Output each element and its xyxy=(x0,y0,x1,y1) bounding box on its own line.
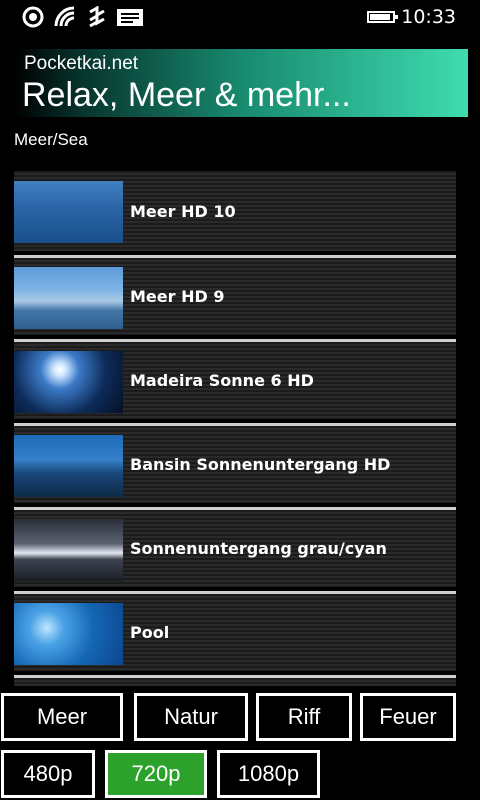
list-item[interactable]: Pool xyxy=(14,591,456,671)
video-title: Sonnenuntergang grau/cyan xyxy=(130,539,387,558)
video-thumbnail xyxy=(14,603,123,665)
video-title: Bansin Sonnenuntergang HD xyxy=(130,455,391,474)
battery-icon xyxy=(367,11,398,23)
video-title: Pool xyxy=(130,623,170,642)
list-item[interactable]: Meer HD 9 xyxy=(14,255,456,335)
video-title: Meer HD 9 xyxy=(130,287,225,306)
banner-site: Pocketkai.net xyxy=(24,53,139,74)
list-item[interactable]: Madeira Sonne 6 HD xyxy=(14,339,456,419)
list-item[interactable]: Meer HD 10 xyxy=(14,171,456,251)
sync-icon xyxy=(22,6,44,28)
video-title: Madeira Sonne 6 HD xyxy=(130,371,314,390)
banner-title: Relax, Meer & mehr... xyxy=(22,76,351,114)
list-item[interactable]: Bansin Sonnenuntergang HD xyxy=(14,423,456,503)
category-button-meer[interactable]: Meer xyxy=(1,693,123,741)
clock: 10:33 xyxy=(401,6,456,28)
list-item[interactable] xyxy=(14,675,456,686)
category-button-riff[interactable]: Riff xyxy=(256,693,352,741)
video-thumbnail xyxy=(14,181,123,243)
video-thumbnail xyxy=(14,435,123,497)
video-list[interactable]: Meer HD 10 Meer HD 9 Madeira Sonne 6 HD … xyxy=(14,171,456,686)
data-icon xyxy=(89,6,105,28)
category-label: Meer/Sea xyxy=(14,130,88,149)
quality-button-1080p[interactable]: 1080p xyxy=(217,750,320,798)
quality-button-480p[interactable]: 480p xyxy=(1,750,95,798)
category-button-natur[interactable]: Natur xyxy=(134,693,248,741)
quality-button-720p[interactable]: 720p xyxy=(105,750,207,798)
list-item[interactable]: Sonnenuntergang grau/cyan xyxy=(14,507,456,587)
status-bar: 10:33 xyxy=(0,0,480,34)
signal-icon xyxy=(54,6,75,27)
message-icon xyxy=(117,9,143,26)
video-title: Meer HD 10 xyxy=(130,201,236,221)
ad-banner[interactable]: Pocketkai.net Relax, Meer & mehr... xyxy=(14,49,468,117)
video-thumbnail xyxy=(14,351,123,413)
video-thumbnail xyxy=(14,267,123,329)
category-button-feuer[interactable]: Feuer xyxy=(360,693,456,741)
video-thumbnail xyxy=(14,519,123,581)
